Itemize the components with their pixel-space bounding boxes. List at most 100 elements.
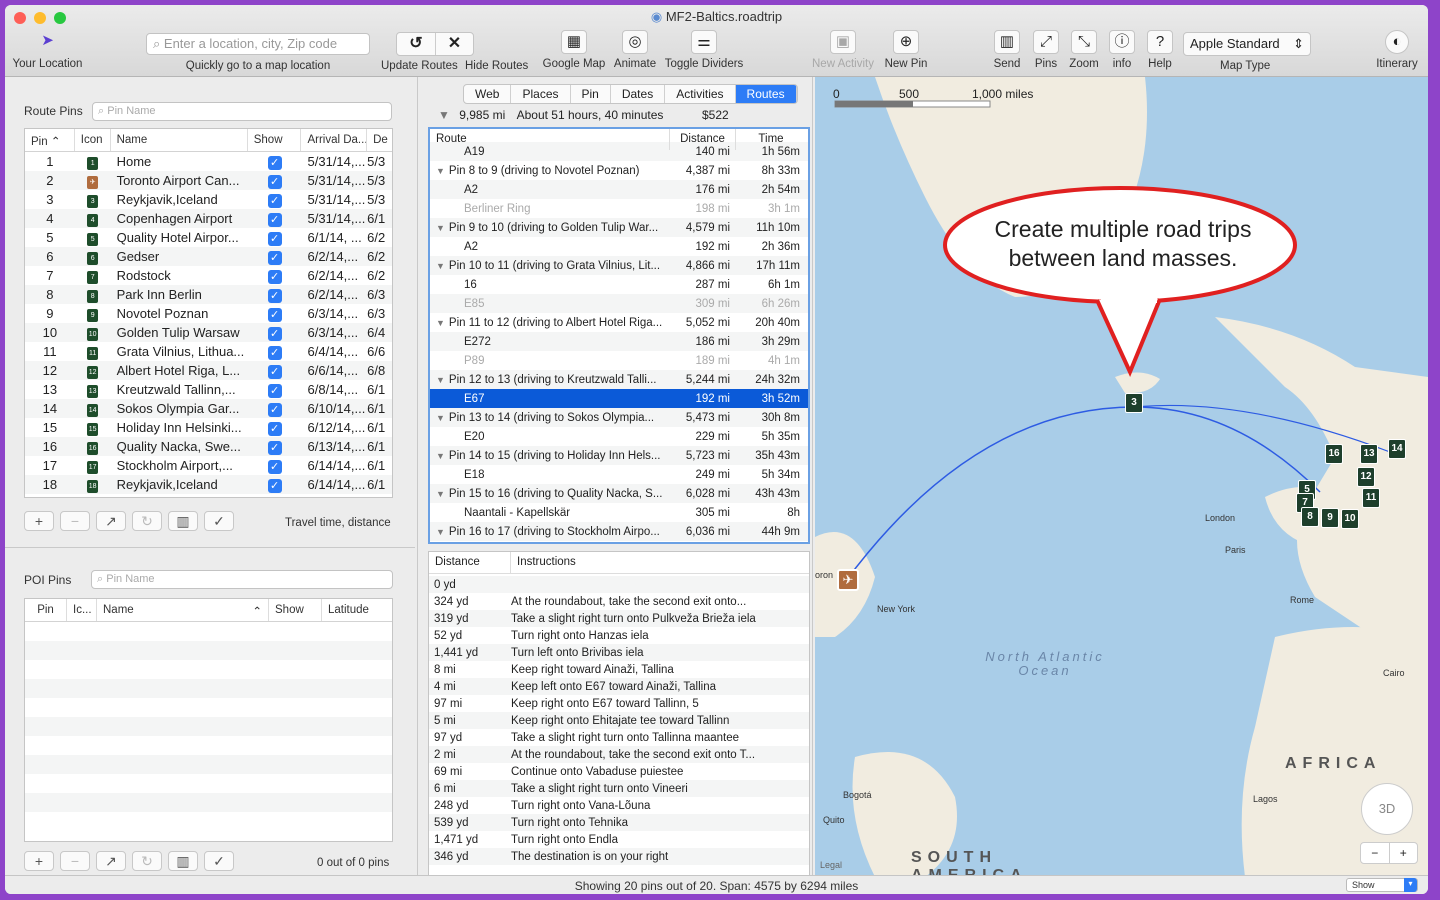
table-row[interactable]: 10 10 Golden Tulip Warsaw ✓ 6/3/14,... 6/4 — [25, 323, 392, 342]
route-group-row[interactable]: ▼ Pin 8 to 9 (driving to Novotel Poznan) 4… — [430, 161, 808, 180]
map-pin-12[interactable]: 12 — [1357, 467, 1375, 487]
table-row[interactable]: 8 8 Park Inn Berlin ✓ 6/2/14,... 6/3 — [25, 285, 392, 304]
disclosure-triangle-icon[interactable]: ▼ — [436, 451, 445, 461]
col-name[interactable]: Name ⌃ — [97, 599, 269, 621]
map-view-button[interactable]: ▥ — [168, 511, 198, 531]
show-checkbox[interactable]: ✓ — [248, 192, 302, 208]
show-checkbox[interactable]: ✓ — [248, 401, 302, 417]
table-row[interactable]: 2 ✈ Toronto Airport Can... ✓ 5/31/14,... 5/3 — [25, 171, 392, 190]
col-distance[interactable]: Distance — [429, 552, 511, 573]
checkmark-button[interactable]: ✓ — [204, 851, 234, 871]
your-location-button[interactable]: ➤ Your Location — [10, 30, 85, 70]
col-show[interactable]: Show — [269, 599, 322, 621]
pins-button[interactable]: ⤢ Pins — [1031, 30, 1061, 70]
show-checkbox[interactable]: ✓ — [248, 344, 302, 360]
col-latitude[interactable]: Latitude — [322, 599, 392, 621]
show-checkbox[interactable]: ✓ — [248, 420, 302, 436]
show-checkbox[interactable]: ✓ — [248, 249, 302, 265]
tab-dates[interactable]: Dates — [611, 85, 666, 103]
route-segment-row[interactable]: A19 140 mi 1h 56m — [430, 142, 808, 161]
col-departure[interactable]: De — [367, 129, 392, 151]
route-segment-row[interactable]: E20 229 mi 5h 35m — [430, 427, 808, 446]
show-checkbox[interactable]: ✓ — [248, 287, 302, 303]
table-row[interactable]: 5 5 Quality Hotel Airpor... ✓ 6/1/14, ... 6/2 — [25, 228, 392, 247]
show-checkbox[interactable]: ✓ — [248, 382, 302, 398]
map-type-select[interactable]: Apple Standard ⇕ — [1183, 32, 1311, 56]
table-row[interactable]: 15 15 Holiday Inn Helsinki... ✓ 6/12/14,... 6… — [25, 418, 392, 437]
route-segment-row[interactable]: 16 287 mi 6h 1m — [430, 275, 808, 294]
toggle-dividers-button[interactable]: ⚌ Toggle Dividers — [661, 30, 747, 70]
disclosure-triangle-icon[interactable]: ▼ — [436, 223, 445, 233]
instruction-row[interactable]: 8 mi Keep right toward Ainaži, Tallina — [429, 661, 809, 678]
instruction-row[interactable]: 0 yd — [429, 576, 809, 593]
col-arrival[interactable]: Arrival Da... — [301, 129, 368, 151]
route-button[interactable]: ↗ — [96, 851, 126, 871]
zoom-out-button[interactable]: − — [1361, 843, 1390, 863]
instruction-row[interactable]: 2 mi At the roundabout, take the second e… — [429, 746, 809, 763]
zoom-button[interactable]: ⤡ Zoom — [1068, 30, 1100, 70]
route-button[interactable]: ↗ — [96, 511, 126, 531]
legal-link[interactable]: Legal — [820, 860, 842, 870]
show-select[interactable]: Show ▾ — [1346, 878, 1418, 892]
disclosure-triangle-icon[interactable]: ▼ — [436, 527, 445, 537]
animate-button[interactable]: ◎ Animate — [609, 30, 661, 70]
compass-3d-button[interactable]: 3D — [1361, 783, 1413, 835]
show-checkbox[interactable]: ✓ — [248, 363, 302, 379]
add-pin-button[interactable]: + — [24, 511, 54, 531]
route-segment-row[interactable]: A2 192 mi 2h 36m — [430, 237, 808, 256]
table-row[interactable]: 1 1 Home ✓ 5/31/14,... 5/3 — [25, 152, 392, 171]
hide-routes-icon[interactable]: ✕ — [435, 33, 473, 55]
table-row[interactable]: 14 14 Sokos Olympia Gar... ✓ 6/10/14,... 6/1 — [25, 399, 392, 418]
table-row[interactable]: 3 3 Reykjavik,Iceland ✓ 5/31/14,... 5/3 — [25, 190, 392, 209]
tab-places[interactable]: Places — [511, 85, 571, 103]
google-map-button[interactable]: ▦ Google Map — [540, 30, 608, 70]
route-segment-row[interactable]: Naantali - Kapellskär 305 mi 8h — [430, 503, 808, 522]
col-pin[interactable]: Pin ⌃ — [25, 129, 75, 151]
instruction-row[interactable]: 69 mi Continue onto Vabaduse puiestee — [429, 763, 809, 780]
table-row[interactable]: 17 17 Stockholm Airport,... ✓ 6/14/14,... 6/1 — [25, 456, 392, 475]
route-segment-row[interactable]: E272 186 mi 3h 29m — [430, 332, 808, 351]
add-poi-button[interactable]: + — [24, 851, 54, 871]
instruction-row[interactable]: 97 yd Take a slight right turn onto Talli… — [429, 729, 809, 746]
routes-segment[interactable]: ↺ ✕ — [396, 32, 474, 56]
tab-web[interactable]: Web — [464, 85, 512, 103]
instruction-row[interactable]: 52 yd Turn right onto Hanzas iela — [429, 627, 809, 644]
disclosure-triangle-icon[interactable]: ▼ — [436, 166, 445, 176]
map-pin-10[interactable]: 10 — [1341, 509, 1359, 529]
refresh-button[interactable]: ↻ — [132, 851, 162, 871]
col-instructions[interactable]: Instructions — [511, 552, 809, 573]
route-segment-row[interactable]: E18 249 mi 5h 34m — [430, 465, 808, 484]
update-routes-icon[interactable]: ↺ — [397, 33, 435, 55]
show-checkbox[interactable]: ✓ — [248, 211, 302, 227]
instruction-row[interactable]: 1,441 yd Turn left onto Brivibas iela — [429, 644, 809, 661]
tab-activities[interactable]: Activities — [665, 85, 736, 103]
show-checkbox[interactable]: ✓ — [248, 154, 302, 170]
route-segment-row[interactable]: P89 189 mi 4h 1m — [430, 351, 808, 370]
map-pin-8[interactable]: 8 — [1301, 507, 1319, 527]
disclosure-triangle-icon[interactable]: ▼ — [436, 489, 445, 499]
instruction-row[interactable]: 6 mi Take a slight right turn onto Vineer… — [429, 780, 809, 797]
route-segment-row[interactable]: E67 192 mi 3h 52m — [430, 389, 808, 408]
show-checkbox[interactable]: ✓ — [248, 173, 302, 189]
route-segment-row[interactable]: Berliner Ring 198 mi 3h 1m — [430, 199, 808, 218]
disclosure-triangle-icon[interactable]: ▼ — [436, 318, 445, 328]
remove-poi-button[interactable]: − — [60, 851, 90, 871]
show-checkbox[interactable]: ✓ — [248, 458, 302, 474]
info-button[interactable]: ⓘ info — [1108, 30, 1136, 70]
refresh-button[interactable]: ↻ — [132, 511, 162, 531]
disclosure-triangle-icon[interactable]: ▼ — [436, 375, 445, 385]
map-view[interactable]: 0 500 1,000 miles Create multiple road t… — [815, 77, 1428, 877]
col-show[interactable]: Show — [248, 129, 302, 151]
itinerary-button[interactable]: ◐ Itinerary — [1373, 30, 1421, 70]
instruction-row[interactable]: 324 yd At the roundabout, take the second… — [429, 593, 809, 610]
table-row[interactable]: 13 13 Kreutzwald Tallinn,... ✓ 6/8/14,... 6/1 — [25, 380, 392, 399]
disclosure-triangle-icon[interactable]: ▼ — [436, 261, 445, 271]
airplane-pin-icon[interactable]: ✈ — [837, 569, 859, 591]
zoom-in-button[interactable]: + — [1390, 843, 1418, 863]
location-search-input[interactable]: ⌕ Enter a location, city, Zip code — [146, 33, 370, 55]
route-segment-row[interactable]: A2 176 mi 2h 54m — [430, 180, 808, 199]
route-group-row[interactable]: ▼ Pin 15 to 16 (driving to Quality Nacka,… — [430, 484, 808, 503]
instruction-row[interactable]: 248 yd Turn right onto Vana-Lõuna — [429, 797, 809, 814]
map-pin-13[interactable]: 13 — [1360, 444, 1378, 464]
send-button[interactable]: ▥ Send — [990, 30, 1024, 70]
